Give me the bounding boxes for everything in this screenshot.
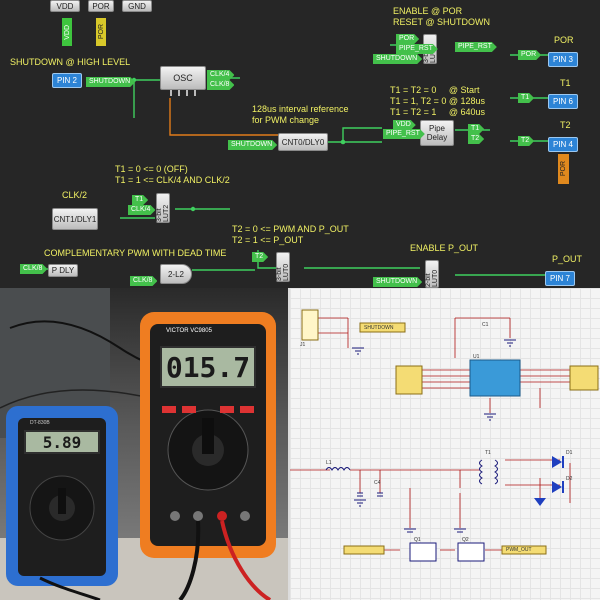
interval-annotation: 128us interval reference for PWM change	[252, 104, 349, 125]
schem-label-t1: T1	[485, 450, 491, 456]
osc-block[interactable]: OSC	[160, 66, 206, 90]
cnt1-block[interactable]: CNT1/DLY1	[52, 208, 98, 230]
lut2-block[interactable]: 3-bit LUT2	[156, 193, 170, 223]
pipe-delay-block[interactable]: Pipe Delay	[420, 120, 454, 146]
schematic-panel: J1 U1 C1 C4 L1 T1 D1 D2 Q1 Q2 SHUTDOWN P…	[290, 288, 600, 600]
schem-label-d2: D2	[566, 476, 573, 482]
tag-shutdown-lut0: SHUTDOWN	[373, 277, 422, 287]
schem-label-shutdown: SHUTDOWN	[364, 325, 394, 331]
l2-block[interactable]: 2-L2	[160, 264, 192, 284]
logic-editor-panel: VDD POR GND VDD POR SHUTDOWN @ HIGH LEVE…	[0, 0, 600, 288]
tag-clk8-l2: CLK/8	[130, 276, 157, 286]
tag-clk4: CLK/4	[207, 70, 234, 80]
schem-label-l1: L1	[326, 460, 332, 466]
enable-por-annotation: ENABLE @ POR RESET @ SHUTDOWN	[393, 6, 490, 27]
osc-pins	[170, 90, 196, 96]
lut0-2bit-block[interactable]: 2-bit LUT0	[425, 260, 439, 288]
pwm-annotation: COMPLEMENTARY PWM WITH DEAD TIME	[44, 248, 227, 258]
t1-rule-annotation: T1 = 0 <= 0 (OFF) T1 = 1 <= CLK/4 AND CL…	[115, 164, 230, 185]
pin-7[interactable]: PIN 7	[545, 271, 575, 286]
gnd-block: GND	[122, 0, 152, 12]
tag-shutdown-lut3: SHUTDOWN	[373, 54, 422, 64]
output-title-t1: T1	[560, 78, 571, 88]
clk2-annotation: CLK/2	[62, 190, 88, 200]
output-title-t2: T2	[560, 120, 571, 130]
tag-pipe-rst-lut3: PIPE_RST	[396, 44, 438, 54]
schem-label-q2: Q2	[462, 537, 469, 543]
por-block: POR	[88, 0, 114, 12]
tag-clk8: CLK/8	[207, 80, 234, 90]
small-meter-display: 5.89	[24, 430, 100, 454]
tag-shutdown-cnt0: SHUTDOWN	[228, 140, 277, 150]
tag-clk4-lut2: CLK/4	[128, 205, 155, 215]
vdd-block: VDD	[50, 0, 80, 12]
pin-6[interactable]: PIN 6	[548, 94, 578, 109]
schem-label-pwm-out: PWM_OUT	[506, 547, 532, 553]
pin-4[interactable]: PIN 4	[548, 137, 578, 152]
pin-3[interactable]: PIN 3	[548, 52, 578, 67]
schem-label-j1: J1	[300, 342, 306, 348]
schem-label-q1: Q1	[414, 537, 421, 543]
t-table-annotation: T1 = T2 = 0 @ Start T1 = 1, T2 = 0 @ 128…	[390, 85, 486, 117]
tag-pipe-rst-pipe: PIPE_RST	[383, 129, 425, 139]
large-meter-brand: VICTOR VC9805	[166, 328, 212, 334]
multimeter-photo: 5.89 015.7 VICTOR VC9805 DT-830B	[0, 288, 288, 600]
schem-label-c4: C4	[374, 480, 381, 486]
enable-pout-annotation: ENABLE P_OUT	[410, 243, 479, 253]
schem-label-c1: C1	[482, 322, 489, 328]
small-meter-brand: DT-830B	[30, 420, 50, 426]
t2-rule-annotation: T2 = 0 <= PWM AND P_OUT T2 = 1 <= P_OUT	[232, 224, 349, 245]
lut0-3bit-block[interactable]: 3-bit LUT0	[276, 252, 290, 282]
tag-clk8-pdly: CLK/8	[20, 264, 47, 274]
shutdown-annotation: SHUTDOWN @ HIGH LEVEL	[10, 57, 131, 67]
por-down-tag: POR	[558, 154, 569, 184]
tag-shutdown-pin2: SHUTDOWN	[86, 77, 135, 87]
tag-pipe-rst-out: PIPE_RST	[455, 42, 497, 52]
pin-2[interactable]: PIN 2	[52, 73, 82, 88]
output-title-por: POR	[554, 35, 574, 45]
pdly-block[interactable]: P DLY	[48, 264, 78, 277]
large-meter-display: 015.7	[160, 346, 256, 388]
por-vertical-tag: POR	[96, 18, 106, 46]
vdd-vertical-tag: VDD	[62, 18, 72, 46]
schem-label-u1: U1	[473, 354, 480, 360]
schematic-drawing	[290, 309, 599, 562]
schem-label-d1: D1	[566, 450, 573, 456]
cnt0-block[interactable]: CNT0/DLY0	[278, 133, 328, 151]
output-title-pout: P_OUT	[552, 254, 583, 264]
